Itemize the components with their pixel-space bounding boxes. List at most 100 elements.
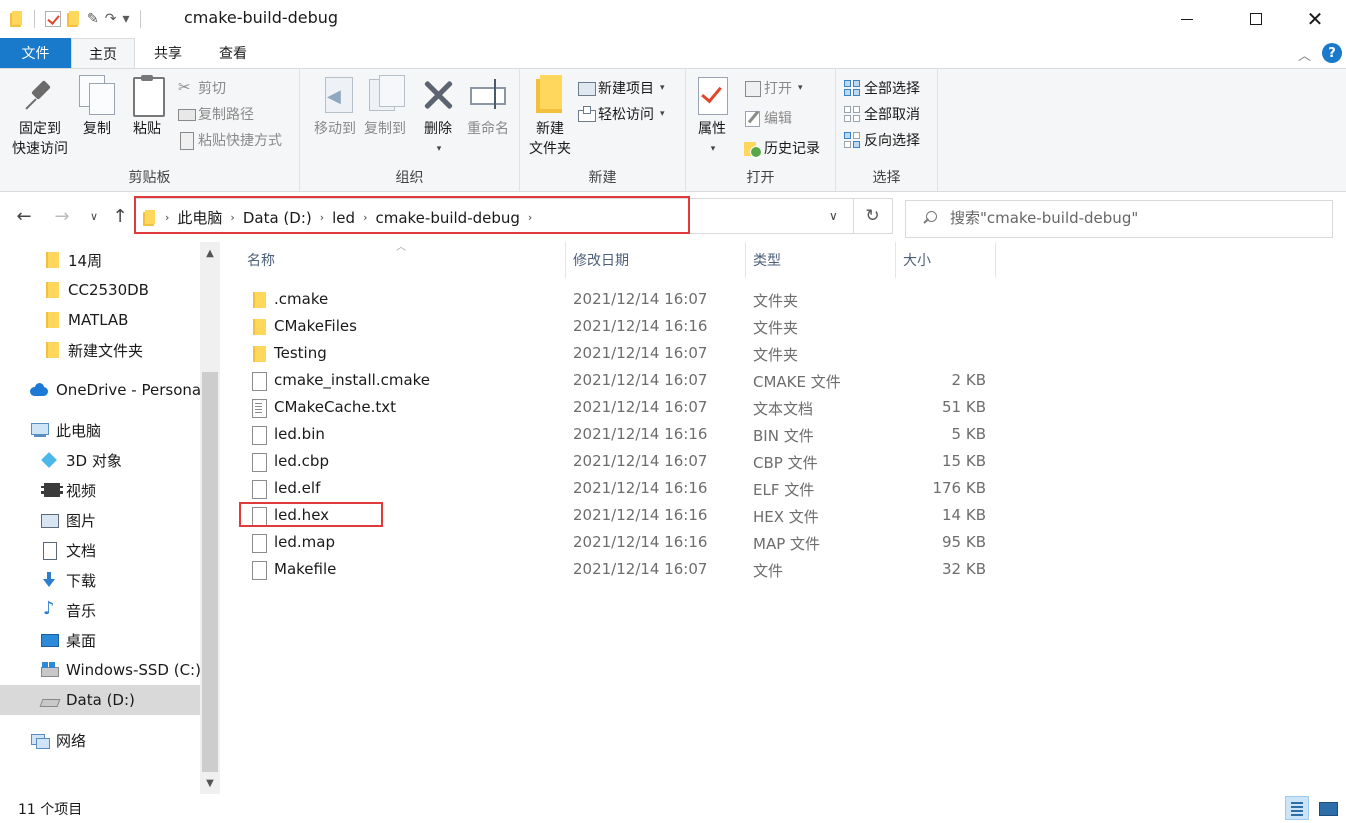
scroll-down-icon[interactable]: ▼ — [200, 772, 220, 794]
invert-selection-button[interactable]: 反向选择 — [844, 129, 920, 151]
nav-item-videos[interactable]: 视频 — [0, 475, 200, 505]
file-type: MAP 文件 — [753, 535, 821, 553]
paste-shortcut-label: 粘贴快捷方式 — [198, 133, 282, 149]
nav-pane-scrollbar[interactable]: ▲ ▼ — [200, 242, 220, 794]
nav-item-music[interactable]: 音乐 — [0, 595, 200, 625]
search-input[interactable] — [950, 209, 1320, 227]
paste-button[interactable]: 粘贴 — [124, 75, 170, 139]
file-type: 文件夹 — [753, 292, 799, 310]
nav-item-downloads[interactable]: 下载 — [0, 565, 200, 595]
select-all-button[interactable]: 全部选择 — [844, 77, 920, 99]
rename-button[interactable]: 重命名 — [462, 75, 514, 139]
nav-item-pictures[interactable]: 图片 — [0, 505, 200, 535]
column-header-size[interactable]: 大小 — [896, 242, 996, 278]
nav-item-new-folder[interactable]: 新建文件夹 — [0, 335, 200, 365]
maximize-button[interactable] — [1233, 0, 1279, 38]
tab-share[interactable]: 共享 — [140, 38, 196, 68]
tab-file[interactable]: 文件 — [0, 38, 71, 68]
text-file-icon — [250, 399, 267, 418]
search-box[interactable] — [905, 200, 1333, 238]
back-button[interactable]: ← — [12, 206, 36, 227]
chevron-right-icon[interactable]: › — [528, 211, 532, 224]
table-row[interactable]: led.cbp 2021/12/14 16:07 CBP 文件 15 KB — [240, 448, 1000, 475]
pin-to-quick-access-button[interactable]: 固定到 快速访问 — [8, 75, 72, 159]
table-row[interactable]: led.bin 2021/12/14 16:16 BIN 文件 5 KB — [240, 421, 1000, 448]
column-header-name[interactable]: ︿ 名称 — [240, 242, 566, 278]
breadcrumb-this-pc[interactable]: 此电脑 — [177, 207, 222, 228]
new-folder-icon[interactable] — [67, 11, 81, 27]
table-row[interactable]: CMakeFiles 2021/12/14 16:16 文件夹 — [240, 313, 1000, 340]
nav-item-3d-objects[interactable]: 3D 对象 — [0, 445, 200, 475]
nav-item-desktop[interactable]: 桌面 — [0, 625, 200, 655]
select-none-button[interactable]: 全部取消 — [844, 103, 920, 125]
nav-item-label: MATLAB — [68, 311, 129, 329]
table-row[interactable]: led.hex 2021/12/14 16:16 HEX 文件 14 KB — [240, 502, 1000, 529]
tab-view[interactable]: 查看 — [205, 38, 261, 68]
chevron-right-icon[interactable]: › — [230, 211, 234, 224]
nav-item-14zhou[interactable]: 14周 — [0, 245, 200, 275]
chevron-down-icon: ▾ — [798, 83, 803, 93]
easy-access-button[interactable]: 轻松访问 ▾ — [578, 103, 665, 125]
file-date: 2021/12/14 16:16 — [573, 479, 708, 497]
chevron-right-icon[interactable]: › — [320, 211, 324, 224]
tab-home[interactable]: 主页 — [71, 38, 135, 69]
properties-button[interactable]: 属性 ▾ — [692, 75, 732, 159]
copy-to-button[interactable]: 复制到 — [356, 75, 414, 139]
table-row[interactable]: Makefile 2021/12/14 16:07 文件 32 KB — [240, 556, 1000, 583]
column-header-date[interactable]: 修改日期 — [566, 242, 746, 278]
file-date: 2021/12/14 16:16 — [573, 533, 708, 551]
breadcrumb-cmake-build-debug[interactable]: cmake-build-debug — [375, 209, 519, 227]
edit-button[interactable]: 编辑 — [744, 107, 792, 129]
copy-path-button[interactable]: 复制路径 — [178, 103, 254, 125]
breadcrumb-data-drive[interactable]: Data (D:) — [243, 209, 312, 227]
paste-shortcut-button[interactable]: 粘贴快捷方式 — [178, 129, 282, 151]
chevron-right-icon[interactable]: › — [363, 211, 367, 224]
large-icons-view-button[interactable] — [1315, 796, 1339, 820]
move-to-icon — [315, 75, 355, 115]
column-header-type[interactable]: 类型 — [746, 242, 896, 278]
history-button[interactable]: 历史记录 — [744, 137, 820, 159]
open-button[interactable]: 打开 ▾ — [744, 77, 803, 99]
undo-icon[interactable]: ↷ — [105, 11, 117, 27]
delete-button[interactable]: 删除 ▾ — [418, 75, 458, 159]
breadcrumb-led[interactable]: led — [332, 209, 355, 227]
forward-button[interactable]: → — [50, 206, 74, 227]
recent-locations-button[interactable]: ∨ — [82, 210, 106, 223]
new-folder-button[interactable]: 新建 文件夹 — [526, 75, 574, 159]
details-view-button[interactable] — [1285, 796, 1309, 820]
close-button[interactable]: ✕ — [1292, 0, 1338, 38]
nav-item-data-drive[interactable]: Data (D:) — [0, 685, 200, 715]
customize-toolbar-icon[interactable]: ▾ — [122, 11, 129, 27]
up-button[interactable]: ↑ — [108, 206, 132, 227]
chevron-right-icon[interactable]: › — [165, 211, 169, 224]
minimize-button[interactable] — [1164, 0, 1210, 38]
nav-item-documents[interactable]: 文档 — [0, 535, 200, 565]
file-size: 95 KB — [942, 533, 986, 551]
nav-item-windows-ssd[interactable]: Windows-SSD (C:) — [0, 655, 200, 685]
cut-button[interactable]: 剪切 — [178, 77, 226, 99]
nav-item-this-pc[interactable]: 此电脑 — [0, 415, 200, 445]
file-list: ︿ 名称 修改日期 类型 大小 .cmake 2021/12/14 16:07 … — [240, 242, 1340, 794]
scroll-up-icon[interactable]: ▲ — [200, 242, 220, 264]
table-row[interactable]: CMakeCache.txt 2021/12/14 16:07 文本文档 51 … — [240, 394, 1000, 421]
nav-item-matlab[interactable]: MATLAB — [0, 305, 200, 335]
scrollbar-thumb[interactable] — [202, 372, 218, 772]
help-icon[interactable]: ? — [1322, 43, 1342, 63]
table-row[interactable]: led.elf 2021/12/14 16:16 ELF 文件 176 KB — [240, 475, 1000, 502]
table-row[interactable]: .cmake 2021/12/14 16:07 文件夹 — [240, 286, 1000, 313]
new-item-button[interactable]: 新建项目 ▾ — [578, 77, 665, 99]
address-history-dropdown[interactable]: ∨ — [829, 209, 838, 223]
properties-icon[interactable] — [45, 11, 61, 27]
address-bar[interactable]: › 此电脑 › Data (D:) › led › cmake-build-de… — [134, 198, 854, 234]
table-row[interactable]: Testing 2021/12/14 16:07 文件夹 — [240, 340, 1000, 367]
refresh-button[interactable]: ↻ — [853, 198, 893, 234]
nav-item-onedrive[interactable]: OneDrive - Personal — [0, 375, 200, 405]
nav-item-cc2530db[interactable]: CC2530DB — [0, 275, 200, 305]
copy-button[interactable]: 复制 — [74, 75, 120, 139]
collapse-ribbon-icon[interactable]: ︿ — [1298, 45, 1311, 64]
pin-icon[interactable]: ✎ — [87, 11, 99, 27]
table-row[interactable]: led.map 2021/12/14 16:16 MAP 文件 95 KB — [240, 529, 1000, 556]
table-row[interactable]: cmake_install.cmake 2021/12/14 16:07 CMA… — [240, 367, 1000, 394]
video-icon — [40, 481, 63, 499]
nav-item-network[interactable]: 网络 — [0, 725, 200, 755]
